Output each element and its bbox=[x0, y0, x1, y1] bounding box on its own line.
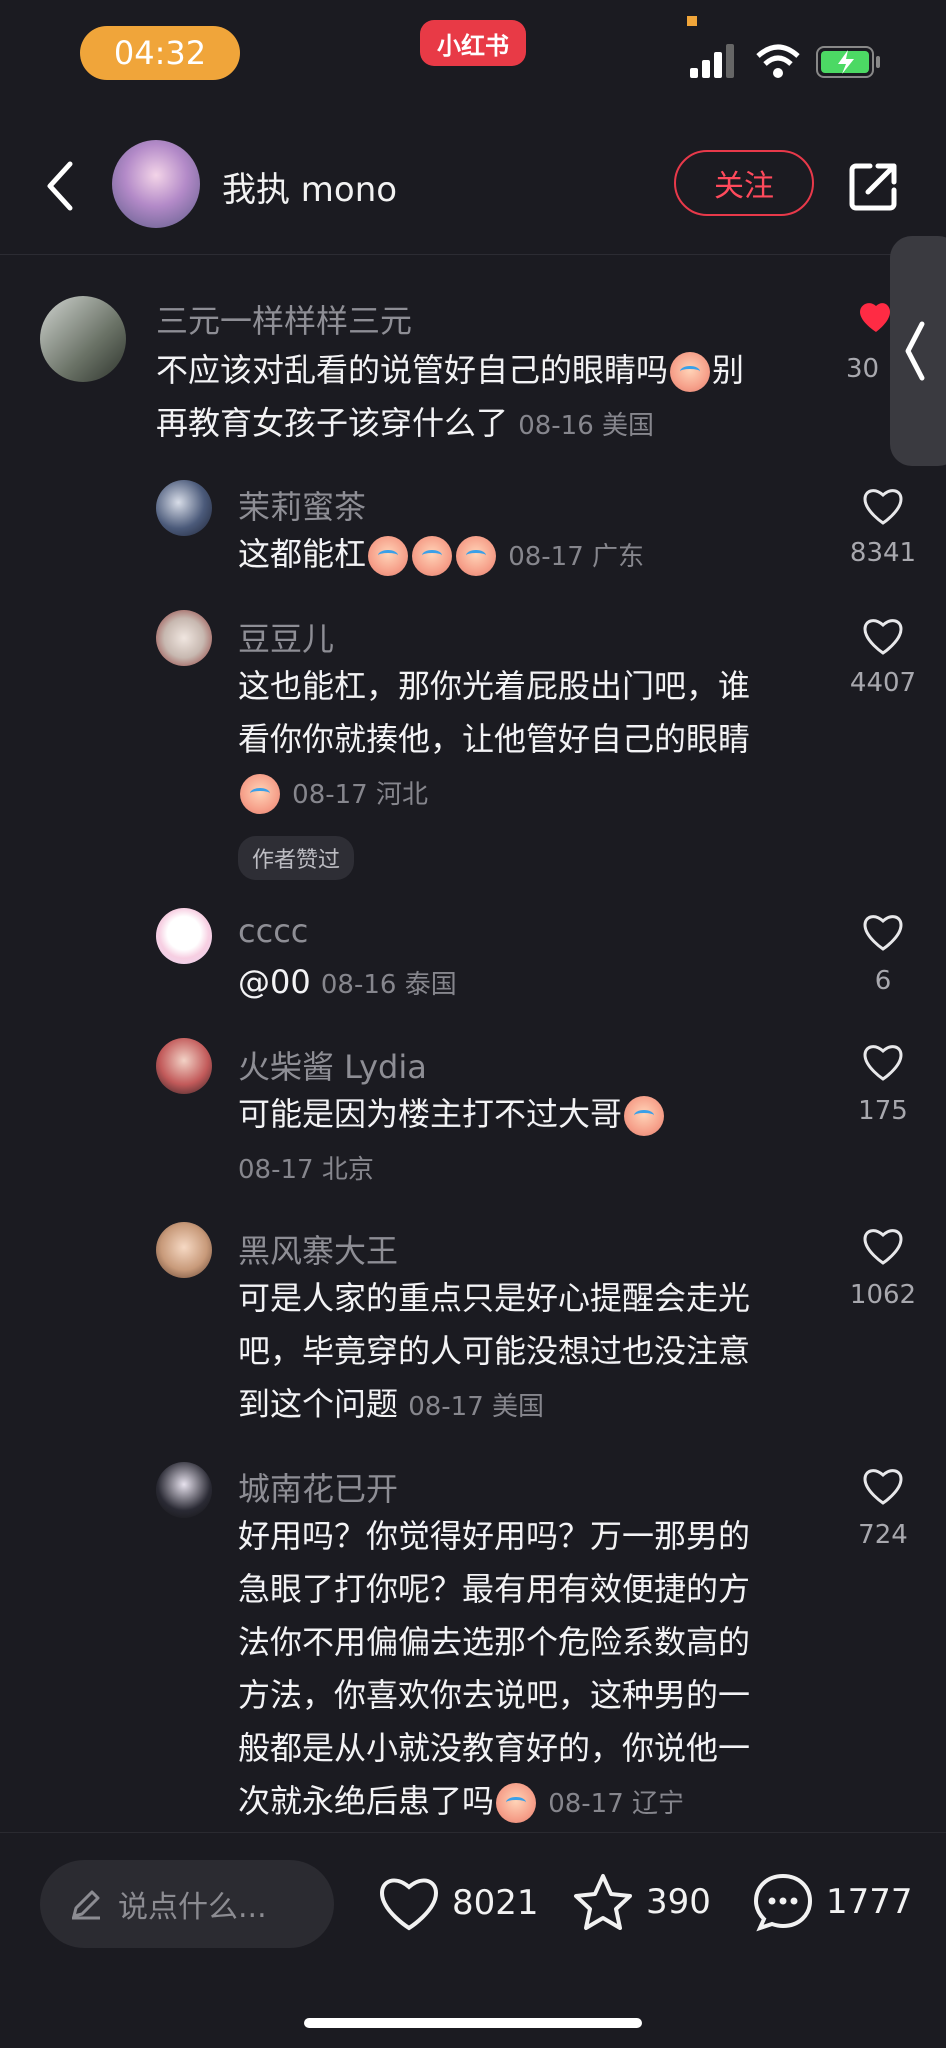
heart-outline-icon[interactable] bbox=[862, 486, 904, 526]
reply-avatar[interactable] bbox=[156, 1462, 212, 1518]
reply-avatar[interactable] bbox=[156, 480, 212, 536]
crying-emoji-icon bbox=[412, 536, 453, 576]
follow-button[interactable]: 关注 bbox=[674, 150, 814, 216]
commenter-name[interactable]: 三元一样样样三元 bbox=[156, 296, 412, 342]
like-post-button[interactable]: 8021 bbox=[378, 1874, 539, 1932]
pencil-icon bbox=[72, 1890, 100, 1920]
privacy-indicator-dot bbox=[687, 16, 697, 26]
header-divider bbox=[0, 254, 906, 255]
like-count: 724 bbox=[858, 1520, 908, 1550]
like-count: 8341 bbox=[849, 538, 917, 568]
like-count: 175 bbox=[858, 1096, 908, 1126]
battery-charging-icon bbox=[816, 46, 880, 78]
status-time: 04:32 bbox=[80, 26, 240, 80]
heart-filled-icon[interactable] bbox=[860, 300, 890, 336]
heart-outline-icon[interactable] bbox=[862, 1466, 904, 1506]
share-icon[interactable] bbox=[846, 158, 902, 214]
author-username[interactable]: 我执 mono bbox=[222, 162, 397, 211]
reply-name[interactable]: 火柴酱 Lydia bbox=[238, 1042, 427, 1088]
crying-emoji-icon bbox=[368, 536, 409, 576]
reply-avatar[interactable] bbox=[156, 1222, 212, 1278]
heart-outline-icon[interactable] bbox=[862, 1226, 904, 1266]
heart-outline-icon[interactable] bbox=[862, 1042, 904, 1082]
like-count: 1062 bbox=[849, 1280, 917, 1310]
like-count: 4407 bbox=[849, 668, 917, 698]
heart-outline-icon[interactable] bbox=[862, 912, 904, 952]
comment-bubble-icon bbox=[753, 1873, 813, 1932]
crying-emoji-icon bbox=[456, 536, 497, 576]
crying-emoji-icon bbox=[670, 352, 711, 392]
author-liked-badge: 作者赞过 bbox=[238, 836, 355, 880]
comment-text[interactable]: 不应该对乱看的说管好自己的眼睛吗别 再教育女孩子该穿什么了 08-16 美国 bbox=[156, 344, 796, 453]
back-arrow-icon[interactable] bbox=[40, 158, 80, 214]
reply-text[interactable]: 这也能杠，那你光着屁股出门吧，谁 看你你就揍他，让他管好自己的眼睛 08-17 … bbox=[238, 660, 818, 822]
collect-button[interactable]: 390 bbox=[572, 1872, 711, 1932]
comment-meta: 08-16 美国 bbox=[518, 411, 655, 441]
author-avatar[interactable] bbox=[112, 140, 200, 228]
home-indicator bbox=[304, 2018, 642, 2028]
reply-name[interactable]: 茉莉蜜茶 bbox=[238, 482, 366, 528]
crying-emoji-icon bbox=[240, 774, 280, 814]
comments-button[interactable]: 1777 bbox=[752, 1872, 913, 1932]
reply-name[interactable]: 豆豆儿 bbox=[238, 614, 334, 660]
reply-name[interactable]: 黑风寨大王 bbox=[238, 1226, 398, 1272]
reply-avatar[interactable] bbox=[156, 610, 212, 666]
wifi-icon bbox=[756, 44, 800, 78]
reply-avatar[interactable] bbox=[156, 1038, 212, 1094]
heart-outline-icon bbox=[379, 1878, 439, 1931]
crying-emoji-icon bbox=[624, 1096, 665, 1136]
reply-text[interactable]: 可是人家的重点只是好心提醒会走光 吧，毕竟穿的人可能没想过也没注意 到这个问题 … bbox=[238, 1272, 818, 1434]
heart-outline-icon[interactable] bbox=[862, 616, 904, 656]
signal-icon bbox=[690, 44, 734, 78]
reply-avatar[interactable] bbox=[156, 908, 212, 964]
star-outline-icon bbox=[574, 1874, 632, 1930]
tearful-emoji-icon bbox=[496, 1783, 537, 1823]
app-badge: 小红书 bbox=[420, 20, 526, 66]
reply-name[interactable]: cccc bbox=[238, 912, 308, 950]
reply-text[interactable]: 可能是因为楼主打不过大哥 08-17 北京 bbox=[238, 1088, 818, 1197]
reply-name[interactable]: 城南花已开 bbox=[238, 1464, 398, 1510]
comment-input[interactable]: 说点什么... bbox=[40, 1860, 334, 1948]
reply-text[interactable]: 好用吗？你觉得好用吗？万一那男的 急眼了打你呢？最有用有效便捷的方 法你不用偏偏… bbox=[238, 1510, 818, 1831]
side-panel-tab[interactable] bbox=[890, 236, 946, 466]
reply-text[interactable]: @00 08-16 泰国 bbox=[238, 956, 457, 1012]
bottom-divider bbox=[0, 1832, 946, 1833]
like-count: 6 bbox=[874, 966, 892, 996]
chevron-left-icon bbox=[905, 321, 925, 381]
reply-text[interactable]: 这都能杠 08-17 广东 bbox=[238, 528, 644, 584]
commenter-avatar[interactable] bbox=[40, 296, 126, 382]
